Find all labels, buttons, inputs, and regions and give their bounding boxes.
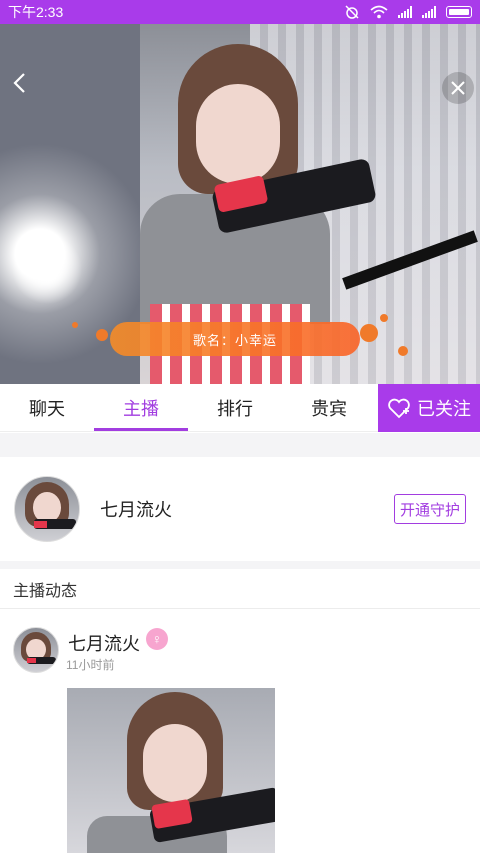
tab-ranking[interactable]: 排行: [188, 384, 282, 431]
feed-section-title: 主播动态: [0, 569, 480, 609]
chevron-left-icon: [13, 73, 25, 93]
tab-vip[interactable]: 贵宾: [282, 384, 376, 431]
post-time: 11小时前: [66, 658, 115, 672]
host-name: 七月流火: [100, 500, 172, 520]
host-card: 七月流火 开通守护: [0, 457, 480, 561]
divider: [0, 433, 480, 457]
tab-chat[interactable]: 聊天: [0, 384, 94, 431]
signal-icon: [422, 6, 436, 18]
live-video[interactable]: 歌名：小幸运: [0, 24, 480, 384]
female-icon: ♀: [146, 628, 168, 650]
feed-post[interactable]: 七月流火 ♀ 11小时前: [0, 610, 480, 853]
follow-button[interactable]: 已关注: [378, 384, 480, 432]
tab-bar: 聊天 主播 排行 贵宾 已关注: [0, 384, 480, 432]
close-icon: [451, 81, 465, 95]
host-avatar[interactable]: [14, 476, 80, 542]
tab-host[interactable]: 主播: [94, 384, 188, 431]
wifi-icon: [370, 5, 388, 19]
heart-plus-icon: [388, 398, 410, 419]
close-button[interactable]: [442, 72, 474, 104]
battery-icon: [446, 6, 472, 18]
post-image[interactable]: [67, 688, 275, 853]
status-icons: [344, 4, 472, 20]
post-author-avatar[interactable]: [13, 627, 59, 673]
divider: [0, 561, 480, 569]
signal-icon: [398, 6, 412, 18]
status-bar: 下午2:33: [0, 0, 480, 24]
post-author-name: 七月流火: [68, 634, 140, 654]
status-time: 下午2:33: [8, 4, 64, 20]
alarm-off-icon: [345, 5, 359, 19]
back-button[interactable]: [4, 68, 34, 98]
follow-label: 已关注: [417, 399, 471, 419]
guard-button[interactable]: 开通守护: [393, 494, 466, 524]
song-title-banner: 歌名：小幸运: [110, 322, 360, 356]
